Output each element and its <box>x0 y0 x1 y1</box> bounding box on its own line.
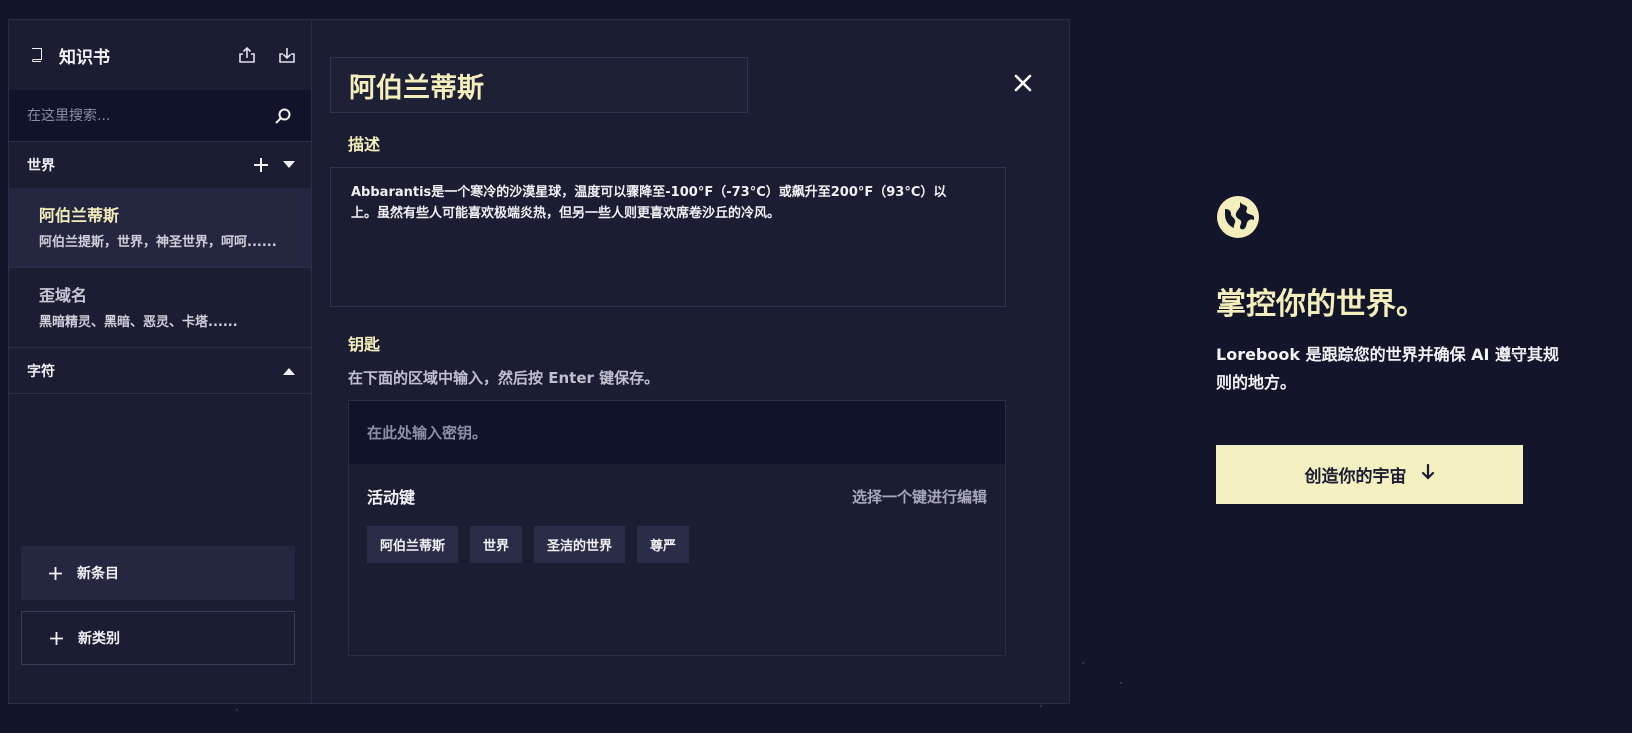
entry-title-input[interactable]: 阿伯兰蒂斯 <box>330 57 748 113</box>
description-text: Abbarantis是一个寒冷的沙漠星球，温度可以骤降至-100°F（-73°C… <box>351 185 947 221</box>
sidebar-header: 知识书 <box>9 20 311 90</box>
keys-hint: 在下面的区域中输入，然后按 Enter 键保存。 <box>348 369 660 387</box>
key-chip[interactable]: 阿伯兰蒂斯 <box>367 526 459 563</box>
key-chip[interactable]: 尊严 <box>637 526 690 563</box>
entry-subtitle: 阿伯兰提斯，世界，神圣世界，呵呵...... <box>39 235 277 250</box>
sidebar-entry[interactable]: 阿伯兰蒂斯 阿伯兰提斯，世界，神圣世界，呵呵...... <box>9 188 311 268</box>
active-keys-hint: 选择一个键进行编辑 <box>851 487 987 506</box>
import-icon[interactable] <box>277 45 297 65</box>
new-category-label: 新类别 <box>78 631 120 647</box>
create-universe-button[interactable]: 创造你的宇宙 <box>1216 445 1523 504</box>
category-characters-header[interactable]: 字符 <box>9 348 311 394</box>
plus-icon[interactable] <box>251 155 271 175</box>
sidebar-title-wrap: 知识书 <box>27 43 237 68</box>
entry-subtitle: 黑暗精灵、黑暗、恶灵、卡塔...... <box>39 315 238 330</box>
sidebar-entry[interactable]: 歪域名 黑暗精灵、黑暗、恶灵、卡塔...... <box>9 268 311 348</box>
caret-up-icon[interactable] <box>279 361 299 381</box>
description-textarea[interactable]: Abbarantis是一个寒冷的沙漠星球，温度可以骤降至-100°F（-73°C… <box>330 167 1006 307</box>
key-input-wrap <box>349 401 1005 464</box>
new-category-button[interactable]: 新类别 <box>21 611 295 665</box>
search-icon[interactable] <box>273 106 293 126</box>
entry-title: 阿伯兰蒂斯 <box>39 206 120 225</box>
plus-icon <box>46 628 66 648</box>
active-keys-header: 活动键 选择一个键进行编辑 <box>349 464 1005 508</box>
arrow-down-icon <box>1421 463 1435 485</box>
keys-label: 钥匙 <box>348 335 381 354</box>
promo-panel: 掌控你的世界。 Lorebook 是跟踪您的世界并确保 AI 遵守其规则的地方。… <box>1216 195 1576 504</box>
plus-icon <box>45 563 65 583</box>
key-chip[interactable]: 世界 <box>470 526 523 563</box>
export-icon[interactable] <box>237 45 257 65</box>
description-label: 描述 <box>348 135 381 154</box>
sidebar-actions <box>237 45 297 65</box>
close-icon[interactable] <box>1012 72 1036 96</box>
new-entry-button[interactable]: 新条目 <box>21 546 295 600</box>
category-world-header[interactable]: 世界 <box>9 142 311 188</box>
entry-editor: 阿伯兰蒂斯 描述 Abbarantis是一个寒冷的沙漠星球，温度可以骤降至-10… <box>312 20 1069 703</box>
cta-label: 创造你的宇宙 <box>1304 467 1407 487</box>
category-label: 字符 <box>27 363 55 380</box>
globe-icon <box>1216 195 1260 239</box>
entry-title: 歪域名 <box>39 286 88 305</box>
active-keys-label: 活动键 <box>367 488 416 507</box>
lorebook-sidebar: 知识书 世界 <box>9 20 312 703</box>
lorebook-modal: 知识书 世界 <box>8 19 1070 704</box>
keys-panel: 活动键 选择一个键进行编辑 阿伯兰蒂斯 世界 圣洁的世界 尊严 <box>348 400 1006 656</box>
promo-title: 掌控你的世界。 <box>1216 287 1426 322</box>
new-entry-label: 新条目 <box>77 566 119 582</box>
category-label: 世界 <box>27 158 55 174</box>
search-input[interactable] <box>27 107 273 124</box>
promo-description: Lorebook 是跟踪您的世界并确保 AI 遵守其规则的地方。 <box>1216 345 1560 392</box>
search-bar <box>9 90 311 142</box>
sidebar-title: 知识书 <box>59 47 110 68</box>
key-chip-list: 阿伯兰蒂斯 世界 圣洁的世界 尊严 <box>349 508 1005 563</box>
book-icon <box>27 45 47 65</box>
caret-down-icon[interactable] <box>279 155 299 175</box>
key-input[interactable] <box>367 423 987 442</box>
key-chip[interactable]: 圣洁的世界 <box>534 526 626 563</box>
